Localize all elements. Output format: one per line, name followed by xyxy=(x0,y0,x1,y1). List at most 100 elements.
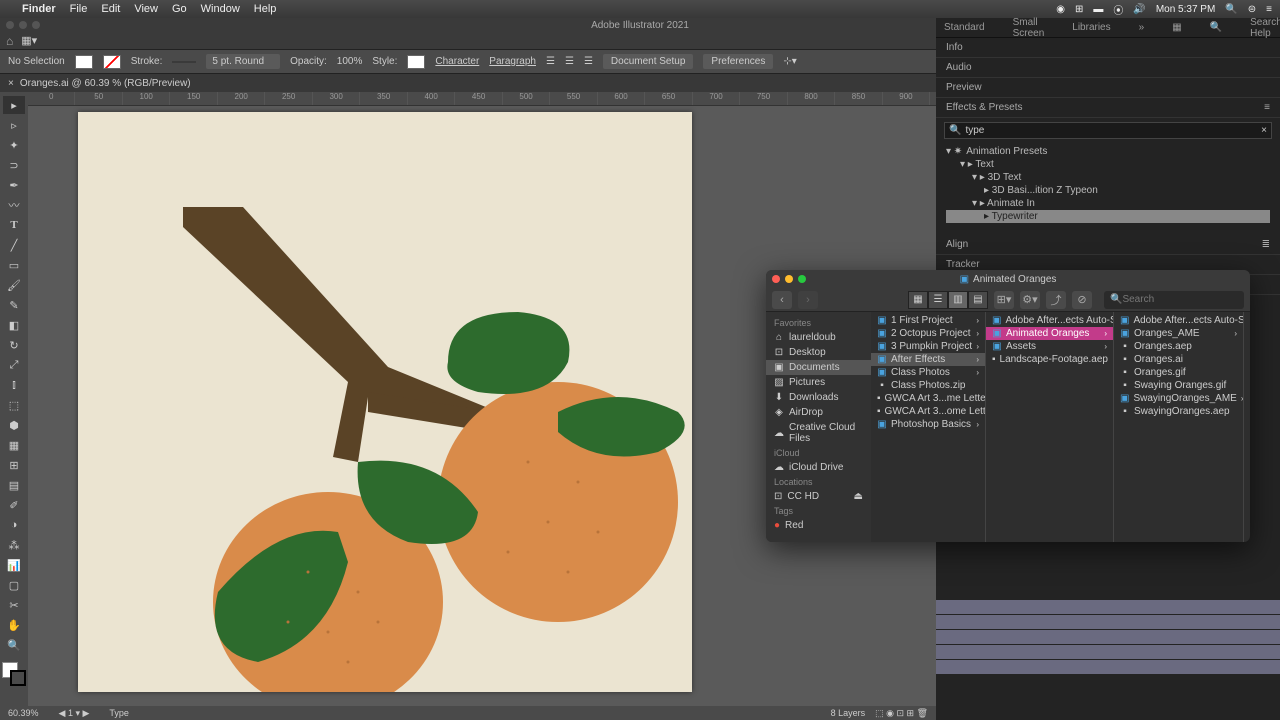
effects-panel-header[interactable]: Effects & Presets≡ xyxy=(936,98,1280,118)
finder-item[interactable]: ▪Oranges.ai xyxy=(1114,353,1243,366)
sidebar-item[interactable]: ▨Pictures xyxy=(766,375,871,390)
sidebar-item[interactable]: ⌂laureldoub xyxy=(766,330,871,345)
finder-item[interactable]: ▣Class Photos› xyxy=(871,366,985,379)
eraser-tool[interactable]: ◧ xyxy=(3,316,25,334)
layers-icons[interactable]: ⬚ ◉ ⊡ ⊞ 🗑 xyxy=(875,708,928,719)
app-name[interactable]: Finder xyxy=(22,3,56,15)
style-swatch[interactable] xyxy=(407,55,425,69)
tree-item[interactable]: ▾ ▸ Animate In xyxy=(946,197,1270,210)
finder-item[interactable]: ▣After Effects› xyxy=(871,353,985,366)
rotate-tool[interactable]: ↻ xyxy=(3,336,25,354)
align-right-icon[interactable]: ☰ xyxy=(584,56,593,67)
fill-swatch[interactable] xyxy=(75,55,93,69)
timeline-track[interactable] xyxy=(936,645,1280,660)
view-gallery-mode[interactable]: ▤ xyxy=(968,291,988,309)
brush-tool[interactable]: 🖌 xyxy=(3,276,25,294)
menu-edit[interactable]: Edit xyxy=(101,3,120,15)
sidebar-item[interactable]: ▣Documents xyxy=(766,360,871,375)
view-icon-mode[interactable]: ▦ xyxy=(908,291,928,309)
audio-panel-header[interactable]: Audio xyxy=(936,58,1280,78)
snap-icon[interactable]: ⊹▾ xyxy=(783,56,796,67)
timeline-track[interactable] xyxy=(936,600,1280,615)
info-panel-header[interactable]: Info xyxy=(936,38,1280,58)
panel-grid-icon[interactable]: ▦ xyxy=(1172,22,1181,33)
symbol-sprayer-tool[interactable]: ⁂ xyxy=(3,536,25,554)
status-cc-icon[interactable]: ◉ xyxy=(1056,4,1065,15)
finder-item[interactable]: ▪Landscape-Footage.aep xyxy=(986,353,1113,366)
sidebar-tag-red[interactable]: ● Red xyxy=(766,518,871,533)
blend-tool[interactable]: ◑ xyxy=(3,516,25,534)
menu-go[interactable]: Go xyxy=(172,3,187,15)
stroke-profile-select[interactable]: 5 pt. Round xyxy=(206,54,280,69)
tree-root[interactable]: ▾ ✷ Animation Presets xyxy=(946,145,1270,158)
back-button[interactable]: ‹ xyxy=(772,291,792,309)
curvature-tool[interactable]: 〰 xyxy=(3,196,25,214)
spotlight-icon[interactable]: 🔍 xyxy=(1225,4,1237,15)
sidebar-item[interactable]: ☁Creative Cloud Files xyxy=(766,420,871,446)
document-setup-button[interactable]: Document Setup xyxy=(603,54,694,69)
stroke-weight-input[interactable] xyxy=(172,61,196,63)
window-controls[interactable] xyxy=(6,21,40,29)
finder-item[interactable]: ▣Adobe After...ects Auto-Save› xyxy=(986,314,1113,327)
tree-item[interactable]: ▾ ▸ 3D Text xyxy=(946,171,1270,184)
workspace-standard[interactable]: Standard xyxy=(944,22,985,33)
volume-icon[interactable]: 🔊 xyxy=(1133,4,1145,15)
timeline-track[interactable] xyxy=(936,660,1280,675)
scale-tool[interactable]: ⤢ xyxy=(3,356,25,374)
perspective-tool[interactable]: ▦ xyxy=(3,436,25,454)
finder-item[interactable]: ▪Oranges.gif xyxy=(1114,366,1243,379)
finder-item[interactable]: ▣1 First Project› xyxy=(871,314,985,327)
sidebar-item[interactable]: ⬇Downloads xyxy=(766,390,871,405)
zoom-tool[interactable]: 🔍 xyxy=(3,636,25,654)
status-dropbox-icon[interactable]: ⊞ xyxy=(1075,4,1083,15)
effects-search[interactable]: 🔍 type × xyxy=(944,122,1272,139)
finder-item[interactable]: ▪SwayingOranges.aep xyxy=(1114,405,1243,418)
finder-item[interactable]: ▪GWCA Art 3...ome Letter.pdf xyxy=(871,405,985,418)
graph-tool[interactable]: 📊 xyxy=(3,556,25,574)
stroke-swatch[interactable] xyxy=(103,55,121,69)
sidebar-item[interactable]: ◈AirDrop xyxy=(766,405,871,420)
arrange-docs-icon[interactable]: ▦▾ xyxy=(21,34,37,47)
workspace-libraries[interactable]: Libraries xyxy=(1072,22,1110,33)
selection-tool[interactable]: ▸ xyxy=(3,96,25,114)
view-list-mode[interactable]: ☰ xyxy=(928,291,948,309)
line-tool[interactable]: ╱ xyxy=(3,236,25,254)
character-link[interactable]: Character xyxy=(435,56,479,67)
finder-item[interactable]: ▪Class Photos.zip xyxy=(871,379,985,392)
align-panel-header[interactable]: Align≣ xyxy=(936,235,1280,255)
align-center-icon[interactable]: ☰ xyxy=(565,56,574,67)
mesh-tool[interactable]: ⊞ xyxy=(3,456,25,474)
paragraph-link[interactable]: Paragraph xyxy=(489,56,536,67)
workspace-small[interactable]: Small Screen xyxy=(1013,17,1045,39)
finder-titlebar[interactable]: ▣ Animated Oranges xyxy=(766,270,1250,288)
close-tab-icon[interactable]: × xyxy=(8,78,14,89)
menu-help[interactable]: Help xyxy=(254,3,277,15)
finder-item[interactable]: ▣Assets› xyxy=(986,340,1113,353)
menu-view[interactable]: View xyxy=(134,3,158,15)
opacity-value[interactable]: 100% xyxy=(337,56,363,67)
finder-item[interactable]: ▣Oranges_AME› xyxy=(1114,327,1243,340)
free-transform-tool[interactable]: ⬚ xyxy=(3,396,25,414)
action-button[interactable]: ⚙▾ xyxy=(1020,291,1040,309)
clock[interactable]: Mon 5:37 PM xyxy=(1156,4,1215,15)
sidebar-drive[interactable]: ⊡ CC HD ⏏ xyxy=(766,489,871,504)
finder-search[interactable]: 🔍 Search xyxy=(1104,291,1244,309)
artboard-nav[interactable]: ◀ 1 ▾ ▶ xyxy=(59,708,90,719)
status-flag-icon[interactable]: ▬ xyxy=(1093,4,1103,15)
finder-window[interactable]: ▣ Animated Oranges ‹ › ▦ ☰ ▥ ▤ ⊞▾ ⚙▾ ⤴ ⊘… xyxy=(766,270,1250,542)
finder-item[interactable]: ▪Oranges.aep xyxy=(1114,340,1243,353)
finder-item[interactable]: ▣SwayingOranges_AME› xyxy=(1114,392,1243,405)
shaper-tool[interactable]: ✎ xyxy=(3,296,25,314)
lasso-tool[interactable]: ⊃ xyxy=(3,156,25,174)
tags-button[interactable]: ⊘ xyxy=(1072,291,1092,309)
zoom-level[interactable]: 60.39% xyxy=(8,708,39,718)
ae-timeline[interactable] xyxy=(936,540,1280,720)
finder-window-controls[interactable] xyxy=(772,275,806,283)
document-tab-label[interactable]: Oranges.ai @ 60.39 % (RGB/Preview) xyxy=(20,78,191,89)
hand-tool[interactable]: ✋ xyxy=(3,616,25,634)
clear-search-icon[interactable]: × xyxy=(1261,125,1267,136)
timeline-track[interactable] xyxy=(936,615,1280,630)
menu-file[interactable]: File xyxy=(70,3,88,15)
search-value[interactable]: type xyxy=(965,125,984,136)
home-icon[interactable]: ⌂ xyxy=(6,34,13,48)
